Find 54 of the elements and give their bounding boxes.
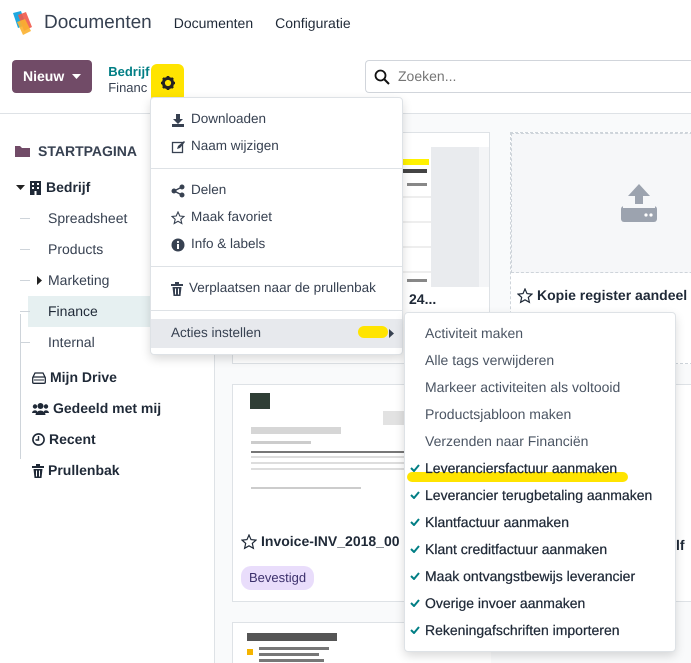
menu-item[interactable]: Naam wijzigen bbox=[151, 133, 402, 160]
document-title[interactable]: Kopie register aandeel bbox=[537, 285, 688, 306]
menu-item[interactable]: Delen bbox=[151, 177, 402, 204]
drive-icon bbox=[32, 372, 46, 384]
trash-icon bbox=[171, 282, 183, 296]
building-icon bbox=[30, 180, 41, 194]
document-title[interactable]: 24... bbox=[409, 289, 489, 310]
caret-right-icon bbox=[35, 276, 44, 285]
share-icon bbox=[171, 184, 185, 198]
star-icon bbox=[171, 210, 185, 224]
document-title[interactable]: lf bbox=[676, 535, 691, 556]
sidebar-link[interactable]: Mijn Drive bbox=[50, 367, 117, 388]
check-icon bbox=[410, 464, 420, 472]
check-icon bbox=[410, 626, 420, 634]
check-icon bbox=[410, 545, 420, 553]
app-title[interactable]: Documenten bbox=[44, 8, 152, 38]
download-icon bbox=[171, 112, 185, 126]
menu-item[interactable]: Info & labels bbox=[151, 231, 402, 258]
app-logo-icon[interactable] bbox=[10, 10, 34, 36]
star-icon[interactable] bbox=[517, 288, 533, 304]
trash-icon bbox=[32, 464, 44, 478]
users-icon bbox=[32, 402, 49, 415]
document-title[interactable]: Invoice-INV_2018_00 bbox=[261, 531, 400, 552]
upload-icon bbox=[619, 184, 659, 222]
caret-down-icon bbox=[16, 183, 25, 192]
root-folder-label[interactable]: STARTPAGINA bbox=[38, 140, 138, 162]
sidebar-link[interactable]: Recent bbox=[49, 429, 96, 450]
clock-icon bbox=[32, 433, 45, 446]
new-button[interactable]: Nieuw bbox=[12, 60, 92, 93]
menu-item[interactable]: Maak favoriet bbox=[151, 204, 402, 231]
check-icon bbox=[410, 491, 420, 499]
star-icon[interactable] bbox=[241, 534, 257, 550]
breadcrumb-link[interactable]: Bedrijf bbox=[108, 64, 150, 80]
folder-icon bbox=[15, 145, 30, 157]
settings-icon bbox=[160, 76, 175, 90]
breadcrumb-current: Financ bbox=[108, 80, 148, 96]
info-icon bbox=[171, 238, 185, 252]
sidebar-link[interactable]: Prullenbak bbox=[48, 460, 120, 481]
check-icon bbox=[410, 518, 420, 526]
check-icon bbox=[410, 572, 420, 580]
menu-item[interactable]: Rekeningafschriften importeren bbox=[405, 617, 675, 644]
edit-icon bbox=[171, 140, 185, 154]
sidebar-link[interactable]: Gedeeld met mij bbox=[53, 398, 162, 419]
check-icon bbox=[410, 599, 420, 607]
menu-item[interactable]: Downloaden bbox=[151, 106, 402, 133]
submenu-item[interactable]: Acties instellen bbox=[151, 319, 402, 348]
nav-link[interactable]: Configuratie bbox=[275, 12, 351, 34]
highlight-mark bbox=[358, 326, 388, 338]
search-icon bbox=[374, 68, 390, 84]
status-tag: Bevestigd bbox=[241, 566, 314, 590]
nav-link[interactable]: Documenten bbox=[174, 12, 254, 34]
search-input[interactable]: Zoeken... bbox=[396, 65, 683, 88]
search-field[interactable]: Zoeken... bbox=[365, 60, 691, 93]
caret-icon bbox=[72, 74, 82, 79]
